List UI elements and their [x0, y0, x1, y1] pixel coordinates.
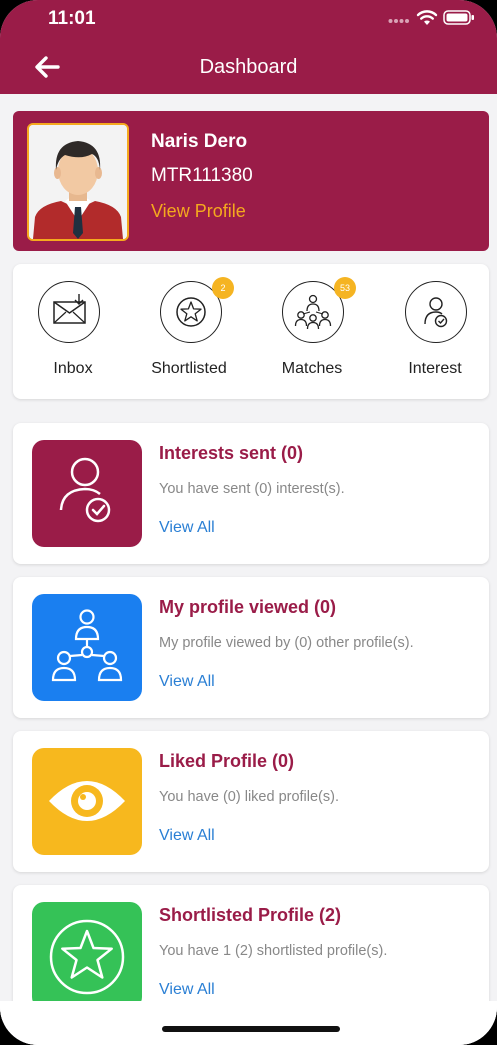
- home-indicator[interactable]: [162, 1026, 340, 1032]
- card-description: You have sent (0) interest(s).: [159, 481, 345, 497]
- card-description: My profile viewed by (0) other profile(s…: [159, 635, 414, 651]
- view-all-link[interactable]: View All: [159, 673, 215, 691]
- card-title: Interests sent (0): [159, 443, 304, 463]
- battery-icon: [443, 10, 474, 25]
- card-description: You have 1 (2) shortlisted profile(s).: [159, 943, 388, 959]
- phone-screen: 11:01 Dashboard Naris Dero MTR111380 Vie…: [0, 0, 497, 1045]
- star-icon: [32, 902, 142, 1009]
- view-all-link[interactable]: View All: [159, 519, 215, 537]
- wifi-icon: [416, 10, 438, 25]
- inbox-button[interactable]: Inbox: [13, 264, 133, 399]
- quick-links: Inbox 2 Shortlisted 53 Matches Interest: [13, 264, 489, 399]
- profile-viewed-card[interactable]: My profile viewed (0) My profile viewed …: [13, 577, 489, 718]
- card-title: Shortlisted Profile (2): [159, 905, 342, 925]
- profile-name: Naris Dero: [151, 131, 248, 152]
- shortlisted-button[interactable]: 2 Shortlisted: [129, 264, 249, 399]
- shortlisted-label: Shortlisted: [151, 360, 227, 377]
- app-header: 11:01 Dashboard: [0, 0, 497, 94]
- profile-card[interactable]: Naris Dero MTR111380 View Profile: [13, 111, 489, 251]
- matches-label: Matches: [281, 360, 343, 377]
- people-network-icon: [32, 594, 142, 701]
- view-all-link[interactable]: View All: [159, 827, 215, 845]
- interest-label: Interest: [408, 360, 462, 377]
- inbox-label: Inbox: [53, 360, 93, 377]
- matches-button[interactable]: 53 Matches: [252, 264, 372, 399]
- view-all-link[interactable]: View All: [159, 981, 215, 999]
- liked-profile-card[interactable]: Liked Profile (0) You have (0) liked pro…: [13, 731, 489, 872]
- avatar[interactable]: [27, 123, 129, 241]
- avatar-image: [29, 125, 127, 239]
- shortlisted-badge: 2: [212, 277, 234, 299]
- interest-button[interactable]: Interest: [375, 264, 495, 399]
- home-bar: [0, 1001, 497, 1045]
- envelope-icon: [38, 281, 100, 343]
- user-check-icon: [405, 281, 467, 343]
- page-title: Dashboard: [199, 56, 298, 78]
- user-check-icon: [32, 440, 142, 547]
- status-time: 11:01: [48, 8, 96, 29]
- profile-id: MTR111380: [151, 165, 253, 186]
- card-title: Liked Profile (0): [159, 751, 295, 771]
- dashboard-content: Naris Dero MTR111380 View Profile Inbox: [0, 94, 497, 1045]
- card-description: You have (0) liked profile(s).: [159, 789, 339, 805]
- matches-badge: 53: [334, 277, 356, 299]
- card-title: My profile viewed (0): [159, 597, 337, 617]
- eye-icon: [32, 748, 142, 855]
- cellular-signal-icon: [388, 19, 409, 23]
- interests-sent-card[interactable]: Interests sent (0) You have sent (0) int…: [13, 423, 489, 564]
- view-profile-link[interactable]: View Profile: [151, 201, 246, 222]
